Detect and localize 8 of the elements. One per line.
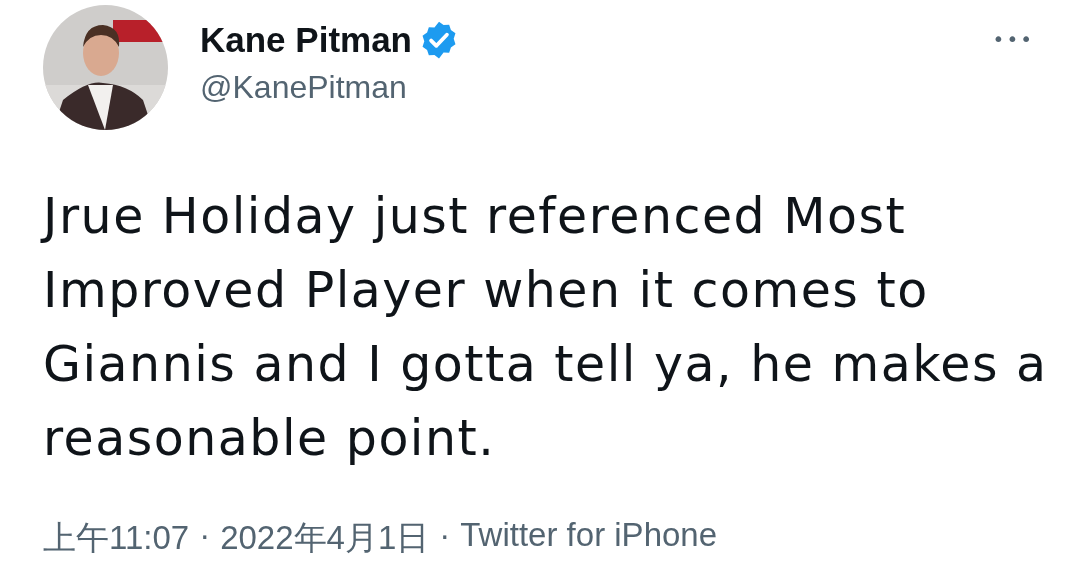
source-link[interactable]: Twitter for iPhone bbox=[460, 516, 718, 561]
tweet-time[interactable]: 上午11:07 bbox=[43, 516, 190, 561]
tweet-date[interactable]: 2022年4月1日 bbox=[220, 516, 430, 561]
author-name[interactable]: Kane Pitman bbox=[200, 20, 412, 60]
more-button[interactable]: ••• bbox=[992, 27, 1034, 51]
separator-dot: · bbox=[198, 516, 212, 555]
separator-dot: · bbox=[438, 516, 452, 555]
author-handle[interactable]: @KanePitman bbox=[200, 69, 460, 106]
